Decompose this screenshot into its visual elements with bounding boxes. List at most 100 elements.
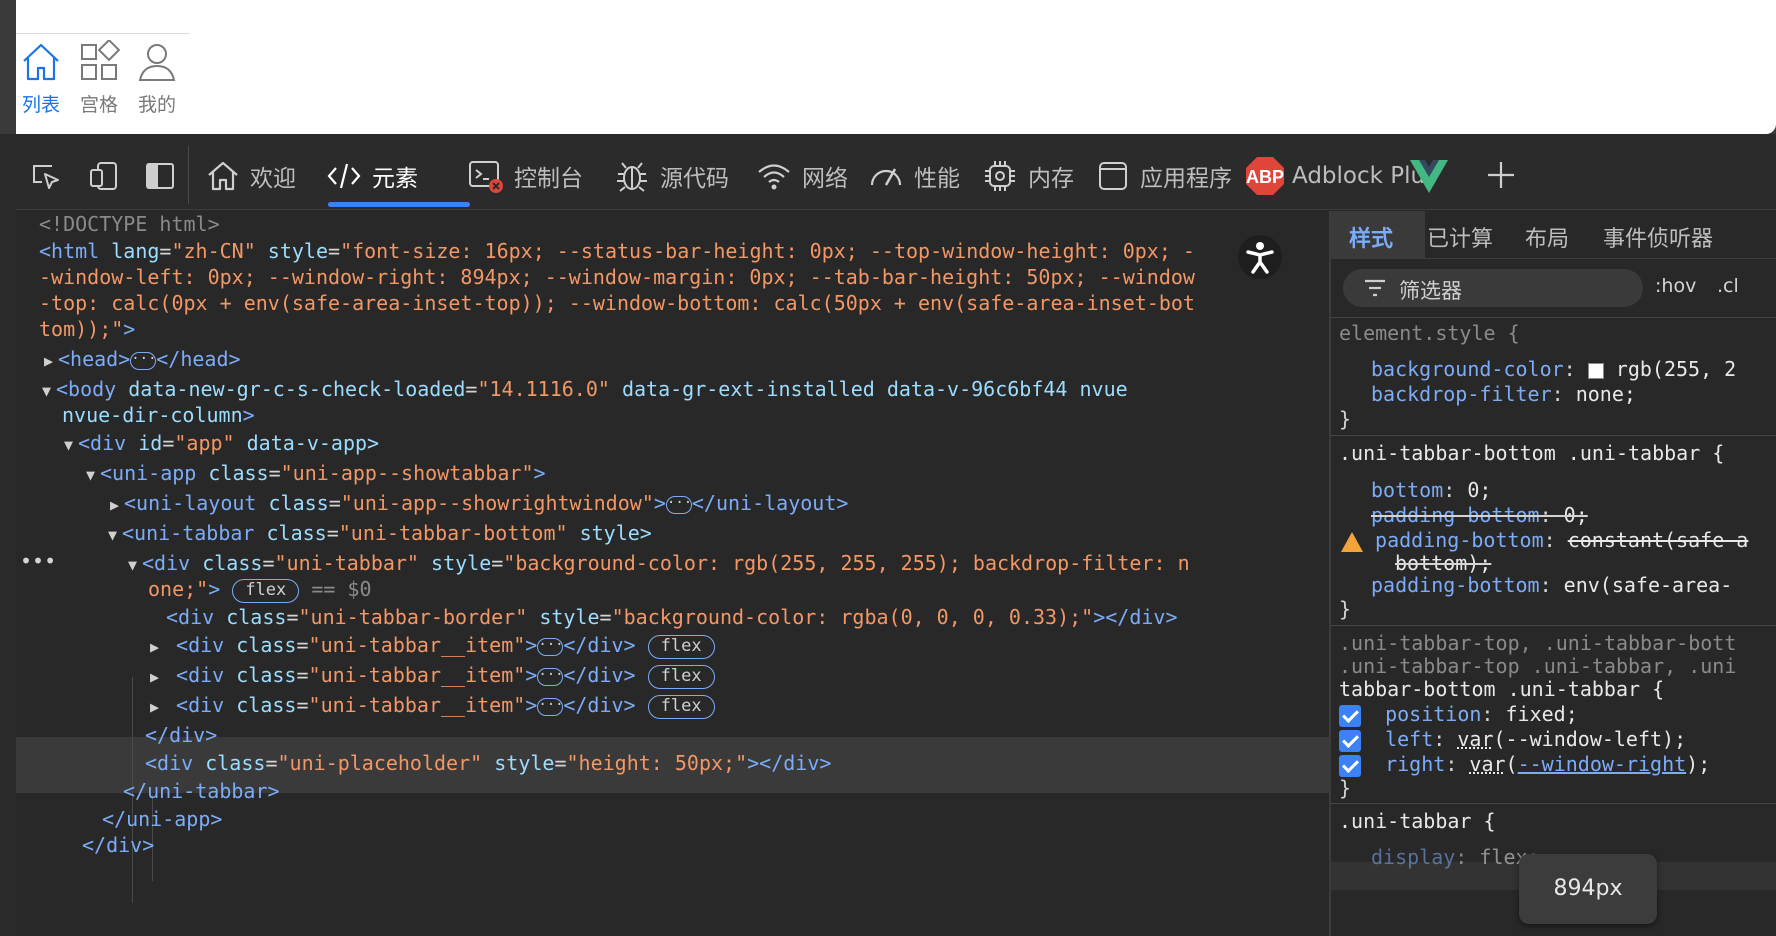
tab-elements[interactable]: 元素 bbox=[326, 142, 418, 210]
grid-icon bbox=[81, 40, 121, 80]
tab-network[interactable]: 网络 bbox=[756, 142, 848, 210]
app-icon bbox=[1099, 162, 1127, 190]
filter-icon bbox=[1365, 279, 1385, 297]
declaration-checkbox[interactable] bbox=[1339, 704, 1361, 727]
collapse-triangle-icon[interactable]: ▼ bbox=[86, 462, 100, 488]
flex-badge[interactable]: flex bbox=[647, 664, 715, 689]
tree-line-tabbar-item[interactable]: ▶ <div class="uni-tabbar__item">···</div… bbox=[150, 662, 715, 690]
attr-name: class bbox=[236, 633, 297, 657]
decl-bottom[interactable]: bottom: 0; bbox=[1371, 478, 1491, 503]
tree-line-border-div[interactable]: <div class="uni-tabbar-border" style="ba… bbox=[166, 604, 1178, 630]
prop-name: padding-bottom bbox=[1371, 503, 1540, 527]
decl-padding-bottom-overridden[interactable]: padding-bottom: 0; bbox=[1371, 503, 1588, 528]
hov-button[interactable]: :hov bbox=[1655, 275, 1696, 297]
more-tools-plus-icon[interactable] bbox=[1484, 158, 1518, 192]
decl-right[interactable]: right: var(--window-right); bbox=[1339, 752, 1710, 777]
prop-name: display bbox=[1371, 845, 1456, 869]
filter-placeholder: 筛选器 bbox=[1399, 279, 1462, 303]
ellipsis-icon[interactable]: ··· bbox=[537, 697, 564, 716]
flex-badge[interactable]: flex bbox=[647, 694, 715, 719]
tree-line-div-close[interactable]: </div> bbox=[145, 722, 217, 748]
tree-line-head[interactable]: ▶ <head>···</head> bbox=[44, 346, 241, 374]
tag-head-close: </head> bbox=[156, 347, 241, 371]
ellipsis-icon[interactable]: ··· bbox=[130, 351, 157, 370]
tree-line-tabbar-item[interactable]: ▶ <div class="uni-tabbar__item">···</div… bbox=[150, 692, 715, 720]
subtab-styles[interactable]: 样式 bbox=[1349, 221, 1393, 253]
rule-tabbar-position[interactable]: .uni-tabbar-top, .uni-tabbar-bott bbox=[1339, 631, 1736, 656]
rule-separator bbox=[1331, 317, 1776, 318]
tree-line-tabbar-item[interactable]: ▶ <div class="uni-tabbar__item">···</div… bbox=[150, 632, 715, 660]
row-actions-icon[interactable]: ••• bbox=[20, 548, 56, 574]
expand-triangle-icon[interactable]: ▶ bbox=[150, 694, 164, 720]
collapse-triangle-icon[interactable]: ▼ bbox=[42, 378, 56, 404]
tabbar-item-list[interactable]: 列表 bbox=[12, 40, 70, 124]
collapse-triangle-icon[interactable]: ▼ bbox=[108, 522, 122, 548]
subtab-event-listeners[interactable]: 事件侦听器 bbox=[1603, 221, 1713, 253]
tree-line-placeholder[interactable]: <div class="uni-placeholder" style="heig… bbox=[145, 750, 831, 776]
tree-line-uni-tabbar[interactable]: ▼ <uni-tabbar class="uni-tabbar-bottom" s… bbox=[108, 520, 652, 548]
tab-memory[interactable]: 内存 bbox=[982, 142, 1074, 210]
tree-line-html[interactable]: <html lang="zh-CN" style="font-size: 16p… bbox=[39, 238, 1195, 264]
bug-icon bbox=[617, 162, 647, 192]
decl-position[interactable]: position: fixed; bbox=[1339, 702, 1578, 727]
expand-triangle-icon[interactable]: ▶ bbox=[110, 492, 124, 518]
decl-display[interactable]: display: flex; bbox=[1371, 845, 1540, 870]
expand-triangle-icon[interactable]: ▶ bbox=[150, 634, 164, 660]
tab-performance[interactable]: 性能 bbox=[868, 142, 960, 210]
ellipsis-icon[interactable]: ··· bbox=[537, 667, 564, 686]
tree-line-uni-app-close[interactable]: </uni-app> bbox=[102, 806, 222, 832]
ellipsis-icon[interactable]: ··· bbox=[537, 637, 564, 656]
color-swatch[interactable] bbox=[1587, 362, 1604, 379]
css-variable-link[interactable]: --window-right bbox=[1518, 752, 1687, 776]
decl-left[interactable]: left: var(--window-left); bbox=[1339, 727, 1686, 752]
declaration-checkbox[interactable] bbox=[1339, 729, 1361, 752]
collapse-triangle-icon[interactable]: ▼ bbox=[128, 552, 142, 578]
cls-button[interactable]: .cl bbox=[1717, 275, 1739, 297]
decl-background-color[interactable]: background-color: rgb(255, 2 bbox=[1371, 357, 1736, 382]
decl-padding-bottom[interactable]: padding-bottom: env(safe-area- bbox=[1371, 573, 1732, 598]
expand-triangle-icon[interactable]: ▶ bbox=[44, 348, 58, 374]
prop-value[interactable]: var bbox=[1457, 727, 1493, 751]
styles-filter-input[interactable]: 筛选器 bbox=[1343, 269, 1643, 307]
tree-line-uni-tabbar-close[interactable]: </uni-tabbar> bbox=[123, 778, 280, 804]
tab-welcome[interactable]: 欢迎 bbox=[206, 142, 296, 210]
prop-value[interactable]: var bbox=[1469, 752, 1505, 776]
subtab-computed[interactable]: 已计算 bbox=[1427, 221, 1493, 253]
tree-line-div-close[interactable]: </div> bbox=[82, 832, 154, 858]
dock-side-icon[interactable] bbox=[144, 160, 176, 192]
tag-div-close: </div> bbox=[563, 693, 636, 717]
attr-value: "uni-app--showtabbar" bbox=[280, 461, 534, 485]
attr-name: class bbox=[226, 605, 287, 629]
ellipsis-icon[interactable]: ··· bbox=[665, 495, 692, 514]
tree-line-doctype[interactable]: <!DOCTYPE html> bbox=[39, 211, 220, 237]
subtab-layout[interactable]: 布局 bbox=[1525, 221, 1569, 253]
rule-uni-tabbar[interactable]: .uni-tabbar { bbox=[1339, 809, 1496, 834]
tree-line-body[interactable]: ▼ <body data-new-gr-c-s-check-loaded="14.… bbox=[42, 376, 1128, 404]
rule-element-style[interactable]: element.style { bbox=[1339, 321, 1520, 346]
tree-line-uni-app[interactable]: ▼ <uni-app class="uni-app--showtabbar"> bbox=[86, 460, 546, 488]
tabbar-item-grid[interactable]: 宫格 bbox=[70, 40, 128, 124]
tab-console[interactable]: 控制台 bbox=[468, 142, 583, 210]
collapse-triangle-icon[interactable]: ▼ bbox=[64, 432, 78, 458]
tree-line-div-app[interactable]: ▼ <div id="app" data-v-app> bbox=[64, 430, 379, 458]
tabbar-item-mine[interactable]: 我的 bbox=[128, 40, 186, 124]
tab-sources[interactable]: 源代码 bbox=[614, 142, 729, 210]
vue-devtools-icon[interactable] bbox=[1408, 156, 1450, 196]
rule-tabbar-bottom[interactable]: .uni-tabbar-bottom .uni-tabbar { bbox=[1339, 441, 1724, 466]
tab-application[interactable]: 应用程序 bbox=[1096, 142, 1232, 210]
tag-div-close: </div> bbox=[145, 723, 218, 747]
user-icon bbox=[138, 44, 176, 81]
device-toggle-icon[interactable] bbox=[88, 160, 120, 192]
inspect-icon[interactable] bbox=[30, 160, 62, 192]
flex-badge[interactable]: flex bbox=[232, 578, 300, 603]
flex-badge[interactable]: flex bbox=[647, 634, 715, 659]
tree-line-uni-layout[interactable]: ▶ <uni-layout class="uni-app--showrightwi… bbox=[110, 490, 848, 518]
decl-backdrop-filter[interactable]: backdrop-filter: none; bbox=[1371, 382, 1636, 407]
rule-separator bbox=[1331, 625, 1776, 626]
tree-line-selected-div[interactable]: ▼ <div class="uni-tabbar" style="backgrou… bbox=[128, 550, 1190, 578]
expand-triangle-icon[interactable]: ▶ bbox=[150, 664, 164, 690]
declaration-checkbox[interactable] bbox=[1339, 754, 1361, 777]
styles-tabs: 样式 已计算 布局 事件侦听器 bbox=[1331, 211, 1776, 259]
accessibility-button[interactable] bbox=[1238, 235, 1282, 279]
decl-padding-bottom-invalid[interactable]: padding-bottom: constant(safe-a bbox=[1341, 528, 1748, 553]
